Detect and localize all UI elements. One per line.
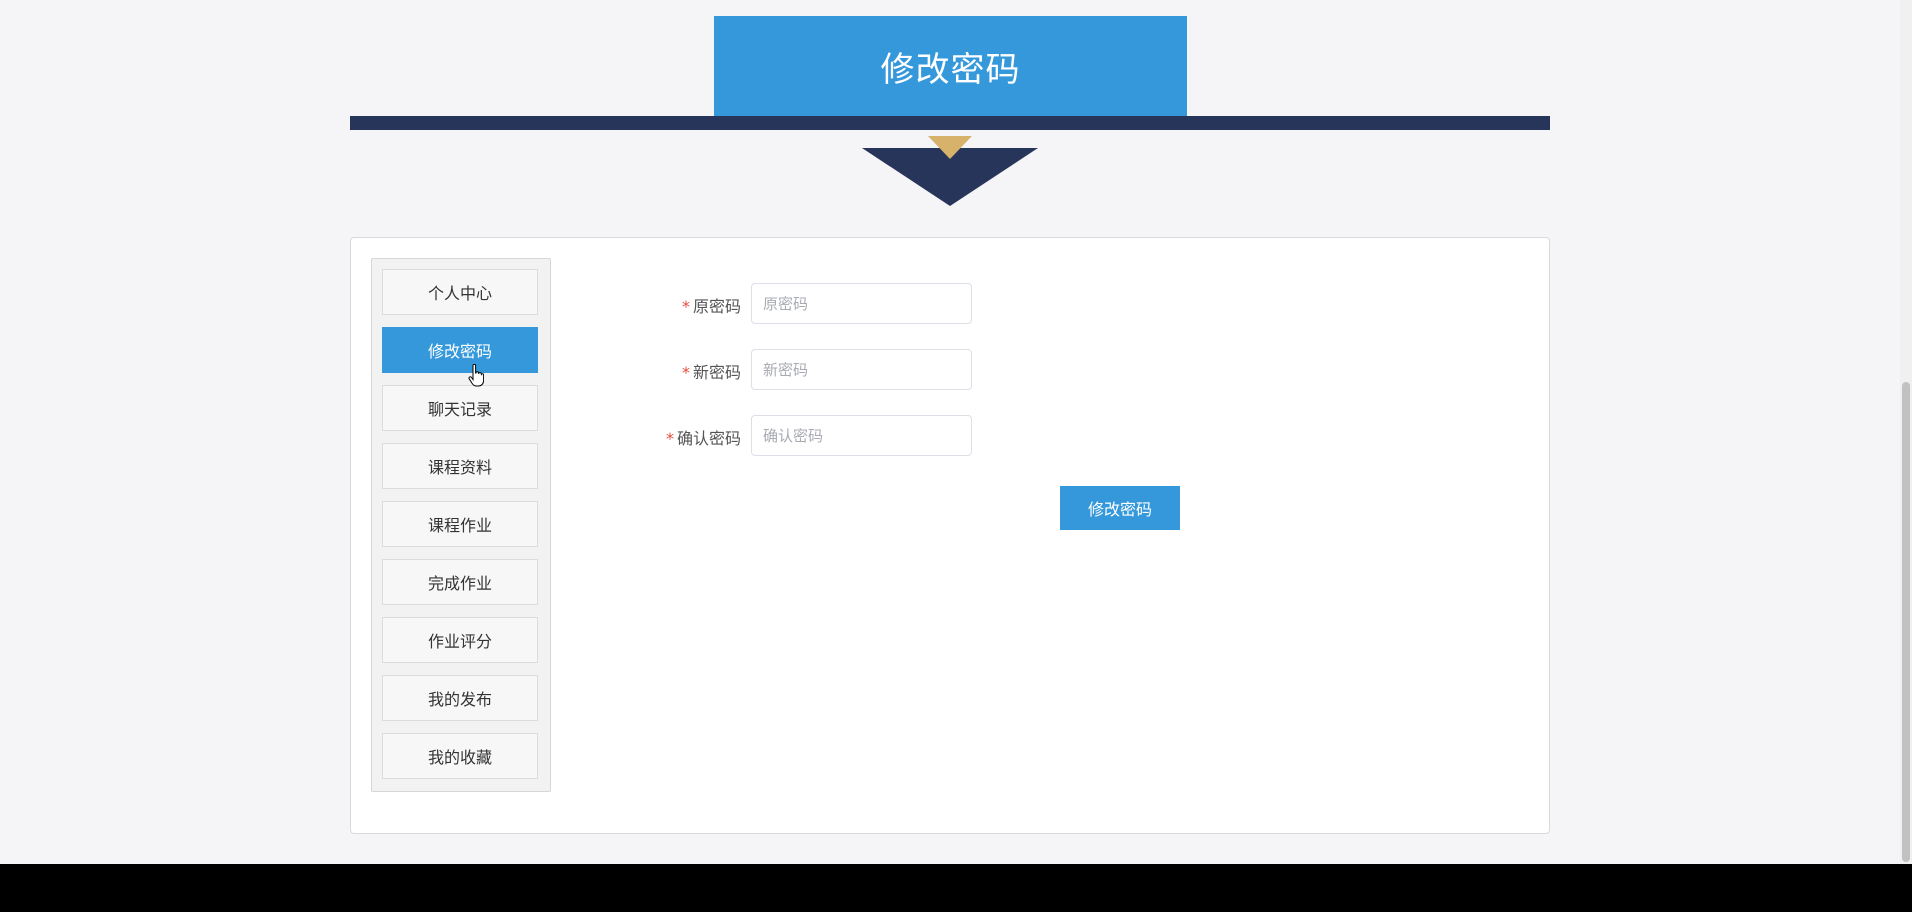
page-title: 修改密码 bbox=[880, 50, 1021, 90]
required-marker: * bbox=[681, 363, 690, 382]
sidebar-item-label: 作业评分 bbox=[427, 632, 492, 651]
new-password-label: * 新密码 bbox=[682, 359, 741, 383]
sidebar-item-course-assignments[interactable]: 课程作业 bbox=[382, 501, 538, 547]
sidebar-item-completed-assignments[interactable]: 完成作业 bbox=[382, 559, 538, 605]
footer-bar bbox=[0, 864, 1912, 912]
sidebar-item-chat-history[interactable]: 聊天记录 bbox=[382, 385, 538, 431]
sidebar-item-my-favorites[interactable]: 我的收藏 bbox=[382, 733, 538, 779]
sidebar-item-label: 修改密码 bbox=[427, 342, 492, 361]
old-password-label: * 原密码 bbox=[682, 293, 741, 317]
title-divider-bar bbox=[350, 116, 1550, 130]
confirm-password-label: * 确认密码 bbox=[666, 425, 741, 449]
sidebar-item-label: 课程作业 bbox=[427, 516, 492, 535]
sidebar-item-label: 课程资料 bbox=[427, 458, 492, 477]
old-password-label-text: 原密码 bbox=[692, 297, 741, 316]
sidebar-item-label: 完成作业 bbox=[427, 574, 492, 593]
sidebar-item-change-password[interactable]: 修改密码 bbox=[382, 327, 538, 373]
sidebar: 个人中心 修改密码 聊天记录 课程资料 课程作业 完成作业 作业评分 我的发布 … bbox=[371, 258, 551, 792]
sidebar-item-label: 我的收藏 bbox=[427, 748, 492, 767]
change-password-submit-button[interactable]: 修改密码 bbox=[1060, 486, 1180, 530]
new-password-label-text: 新密码 bbox=[692, 363, 741, 382]
gold-arrow-decoration bbox=[928, 136, 972, 159]
old-password-input[interactable] bbox=[751, 283, 972, 324]
page-title-banner: 修改密码 bbox=[714, 16, 1187, 117]
confirm-password-label-text: 确认密码 bbox=[676, 429, 741, 448]
sidebar-item-assignment-grading[interactable]: 作业评分 bbox=[382, 617, 538, 663]
required-marker: * bbox=[665, 429, 674, 448]
hand-pointer-icon bbox=[468, 364, 484, 387]
new-password-input[interactable] bbox=[751, 349, 972, 390]
sidebar-item-label: 个人中心 bbox=[427, 284, 492, 303]
sidebar-item-personal-center[interactable]: 个人中心 bbox=[382, 269, 538, 315]
sidebar-item-label: 聊天记录 bbox=[427, 400, 492, 419]
sidebar-item-label: 我的发布 bbox=[427, 690, 492, 709]
required-marker: * bbox=[681, 297, 690, 316]
sidebar-item-my-posts[interactable]: 我的发布 bbox=[382, 675, 538, 721]
confirm-password-input[interactable] bbox=[751, 415, 972, 456]
scrollbar-thumb[interactable] bbox=[1902, 382, 1910, 862]
sidebar-item-course-materials[interactable]: 课程资料 bbox=[382, 443, 538, 489]
